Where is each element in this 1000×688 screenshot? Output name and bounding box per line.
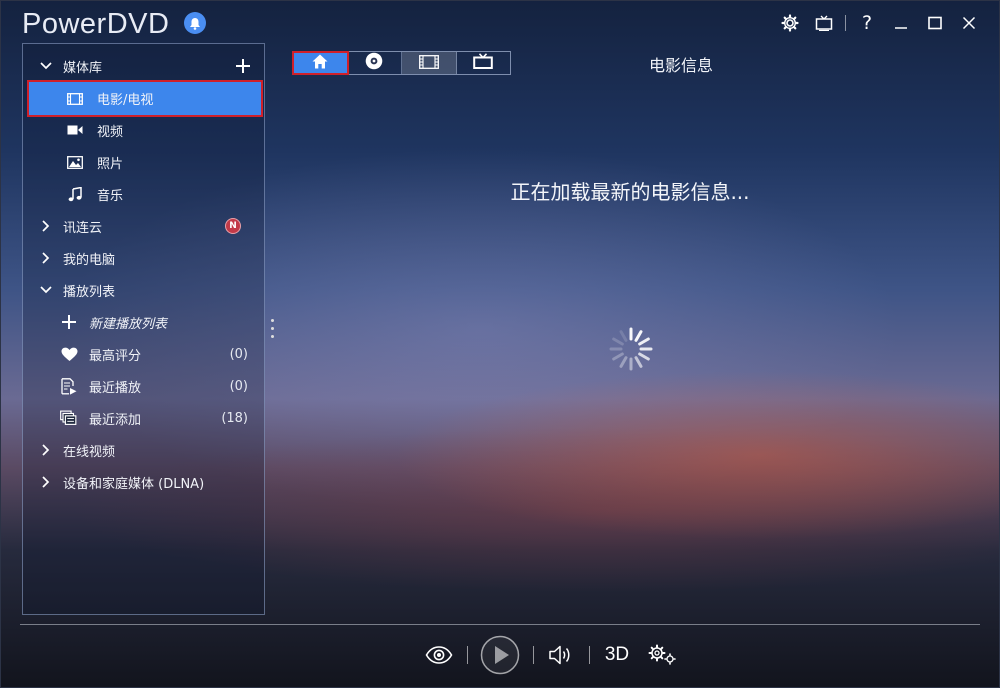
- maximize-icon[interactable]: [922, 10, 948, 36]
- window-controls: ?: [769, 10, 982, 36]
- sidebar-top-rated[interactable]: 最高评分 (0): [23, 338, 264, 370]
- sidebar-my-computer-label: 我的电脑: [63, 252, 116, 268]
- heart-icon: [60, 345, 78, 363]
- resize-handle[interactable]: [271, 319, 275, 343]
- tab-home[interactable]: [292, 51, 349, 75]
- home-icon: [312, 54, 328, 73]
- chevron-right-icon[interactable]: [39, 443, 53, 457]
- film-icon: [67, 91, 83, 107]
- tab-movies[interactable]: [402, 52, 457, 74]
- sidebar-my-computer[interactable]: 我的电脑: [23, 242, 264, 274]
- minimize-icon[interactable]: [888, 10, 914, 36]
- page-title: 电影信息: [648, 56, 713, 75]
- add-icon: [60, 313, 78, 331]
- chevron-right-icon[interactable]: [39, 251, 53, 265]
- photo-icon: [67, 154, 83, 170]
- title-separator: [845, 15, 846, 31]
- sidebar-dlna[interactable]: 设备和家庭媒体 (DLNA): [23, 466, 264, 498]
- sidebar-item-label: 音乐: [97, 188, 124, 204]
- sidebar-media-library-label: 媒体库: [63, 60, 103, 76]
- playlist-label: 最近播放: [89, 380, 142, 396]
- chevron-right-icon[interactable]: [39, 219, 53, 233]
- sidebar: 媒体库 电影/电视 视频 照片 音乐 讯连云 N 我的电脑 播放列表 新建播放列…: [22, 43, 265, 615]
- eye-icon[interactable]: [423, 634, 455, 676]
- tab-tv[interactable]: [457, 52, 511, 74]
- sidebar-cloud-label: 讯连云: [63, 220, 103, 236]
- film-strip-icon: [418, 54, 439, 73]
- playlist-count: (0): [229, 378, 248, 394]
- 3d-label: 3D: [604, 644, 630, 665]
- app-title: PowerDVD: [22, 8, 170, 40]
- disc-icon: [365, 52, 383, 74]
- sidebar-media-library[interactable]: 媒体库: [23, 50, 264, 82]
- add-icon[interactable]: [234, 57, 252, 75]
- settings-icon[interactable]: [645, 634, 679, 676]
- sidebar-item-movies-tv[interactable]: 电影/电视: [27, 80, 263, 117]
- video-camera-icon: [67, 122, 83, 138]
- help-icon[interactable]: ?: [854, 10, 880, 36]
- sidebar-item-music[interactable]: 音乐: [23, 178, 264, 210]
- control-separator: [589, 646, 590, 664]
- sidebar-item-label: 电影/电视: [97, 93, 154, 108]
- recent-add-icon: [60, 409, 78, 427]
- tv-icon[interactable]: [811, 10, 837, 36]
- sidebar-dlna-label: 设备和家庭媒体 (DLNA): [63, 476, 205, 492]
- sidebar-new-playlist[interactable]: 新建播放列表: [23, 306, 264, 338]
- sidebar-playlists-label: 播放列表: [63, 284, 116, 300]
- chevron-down-icon[interactable]: [39, 59, 53, 73]
- sidebar-online-video[interactable]: 在线视频: [23, 434, 264, 466]
- player-controls: 3D: [0, 634, 1000, 676]
- control-separator: [467, 646, 468, 664]
- sidebar-playlists[interactable]: 播放列表: [23, 274, 264, 306]
- chevron-down-icon[interactable]: [39, 283, 53, 297]
- play-button[interactable]: [479, 634, 521, 676]
- playlist-label: 最近添加: [89, 412, 142, 428]
- recent-play-icon: [60, 377, 78, 395]
- control-separator: [533, 646, 534, 664]
- sidebar-recently-played[interactable]: 最近播放 (0): [23, 370, 264, 402]
- sidebar-recently-added[interactable]: 最近添加 (18): [23, 402, 264, 434]
- loading-spinner-icon: [607, 325, 655, 373]
- 3d-button[interactable]: 3D: [600, 634, 634, 676]
- bell-icon[interactable]: [184, 12, 206, 34]
- music-note-icon: [67, 186, 83, 202]
- sidebar-item-photos[interactable]: 照片: [23, 146, 264, 178]
- new-playlist-label: 新建播放列表: [89, 316, 168, 332]
- sidebar-item-label: 照片: [97, 156, 124, 172]
- playlist-label: 最高评分: [89, 348, 142, 364]
- close-icon[interactable]: [956, 10, 982, 36]
- volume-icon[interactable]: [545, 634, 577, 676]
- loading-message: 正在加载最新的电影信息...: [510, 180, 750, 204]
- playlist-count: (0): [229, 346, 248, 362]
- sidebar-online-video-label: 在线视频: [63, 444, 116, 460]
- chevron-right-icon[interactable]: [39, 475, 53, 489]
- tab-disc[interactable]: [348, 52, 402, 74]
- new-badge: N: [225, 218, 241, 234]
- sidebar-item-video[interactable]: 视频: [23, 114, 264, 146]
- sidebar-item-label: 视频: [97, 124, 124, 140]
- tv-icon: [473, 52, 494, 74]
- sidebar-cloud[interactable]: 讯连云 N: [23, 210, 264, 242]
- bottom-divider: [20, 624, 980, 625]
- view-tabs: [292, 51, 511, 75]
- gear-icon[interactable]: [777, 10, 803, 36]
- playlist-count: (18): [221, 410, 248, 426]
